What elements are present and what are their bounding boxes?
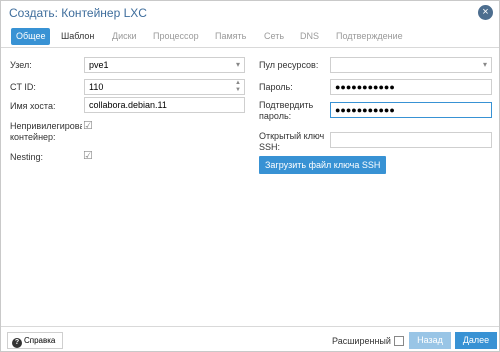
chevron-down-icon[interactable]: ▾ [236, 58, 240, 72]
dialog-footer: ? Справка Расширенный Назад Далее [1, 326, 499, 351]
chevron-down-icon[interactable]: ▾ [483, 58, 487, 72]
tab-general[interactable]: Общее [11, 28, 51, 45]
tab-disks[interactable]: Диски [107, 28, 142, 45]
password-value: ●●●●●●●●●●● [335, 82, 395, 92]
help-button-label: Справка [24, 336, 56, 345]
tab-cpu[interactable]: Процессор [148, 28, 204, 45]
next-button[interactable]: Далее [455, 332, 497, 349]
tab-confirm[interactable]: Подтверждение [331, 28, 408, 45]
unprivileged-label-line1: Непривилегирова [10, 121, 82, 131]
wizard-tabs: Общее Шаблон Диски Процессор Память Сеть… [1, 25, 499, 48]
confirm-label-line2: пароль: [259, 111, 292, 121]
hostname-value: collabora.debian.11 [89, 100, 167, 110]
nesting-checkbox[interactable]: ☑ [83, 151, 94, 162]
ctid-stepper[interactable]: 110 ▲ ▼ [84, 79, 245, 95]
tab-dns[interactable]: DNS [295, 28, 324, 45]
ssh-key-input[interactable] [330, 132, 492, 148]
ctid-value: 110 [89, 82, 104, 92]
sshkey-label-line1: Открытый ключ [259, 131, 325, 141]
unprivileged-checkbox[interactable]: ☑ [83, 121, 94, 132]
tab-memory[interactable]: Память [210, 28, 251, 45]
sshkey-label-line2: SSH: [259, 142, 281, 152]
password-input[interactable]: ●●●●●●●●●●● [330, 79, 492, 95]
back-button[interactable]: Назад [409, 332, 451, 349]
close-icon[interactable]: × [478, 5, 493, 20]
node-select[interactable]: pve1 ▾ [84, 57, 245, 73]
nesting-label: Nesting: [10, 152, 44, 162]
dialog-title: Создать: Контейнер LXC [9, 6, 147, 20]
title-bar[interactable]: Создать: Контейнер LXC × [1, 1, 499, 25]
advanced-label: Расширенный [332, 336, 391, 346]
node-value: pve1 [89, 60, 109, 70]
confirm-password-value: ●●●●●●●●●●● [335, 105, 395, 115]
pool-select[interactable]: ▾ [330, 57, 492, 73]
unprivileged-label-line2: контейнер: [10, 132, 56, 142]
confirm-password-input[interactable]: ●●●●●●●●●●● [330, 102, 492, 118]
ctid-label: CT ID: [10, 82, 36, 92]
create-lxc-dialog: Создать: Контейнер LXC × Общее Шаблон Ди… [0, 0, 500, 352]
help-button[interactable]: ? Справка [7, 332, 63, 349]
hostname-input[interactable]: collabora.debian.11 [84, 97, 245, 113]
spinner-arrows-icon[interactable]: ▲ ▼ [235, 80, 241, 94]
load-ssh-key-button[interactable]: Загрузить файл ключа SSH [259, 156, 387, 174]
question-icon: ? [12, 338, 22, 348]
advanced-checkbox[interactable] [394, 336, 404, 346]
confirm-label-line1: Подтвердить [259, 100, 314, 110]
tab-template[interactable]: Шаблон [56, 28, 99, 45]
tab-network[interactable]: Сеть [259, 28, 289, 45]
hostname-label: Имя хоста: [10, 101, 56, 111]
password-label: Пароль: [259, 82, 293, 92]
pool-label: Пул ресурсов: [259, 60, 319, 70]
node-label: Узел: [10, 60, 32, 70]
